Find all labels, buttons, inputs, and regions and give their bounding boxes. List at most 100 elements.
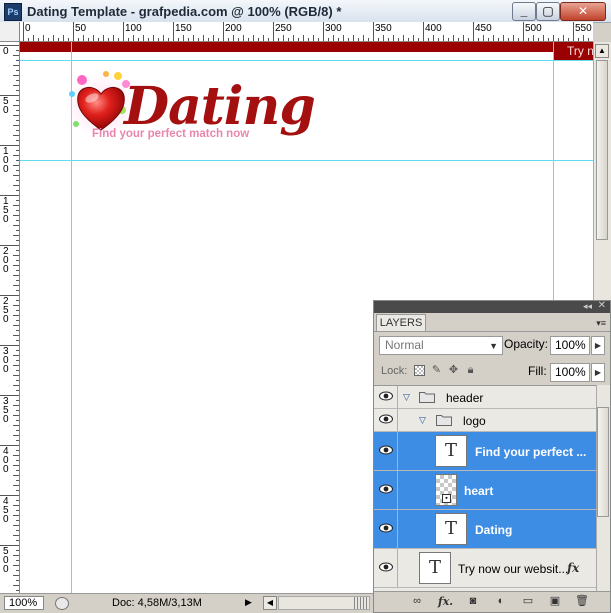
new-group-icon[interactable]: ▭ [521,595,535,608]
ruler-tick [13,135,19,136]
ruler-tick [13,205,19,206]
scroll-left-arrow-icon[interactable]: ◀ [263,596,277,610]
link-icon[interactable]: ∞ [410,595,424,608]
ruler-corner[interactable] [0,22,20,42]
document-title: Dating Template - grafpedia.com @ 100% (… [27,4,342,19]
ruler-tick [13,125,19,126]
guide-horizontal[interactable] [20,160,593,161]
ruler-tick [16,220,19,221]
ruler-tick [13,355,19,356]
visibility-eye-icon[interactable] [376,484,396,494]
ruler-tick [16,190,19,191]
ruler-tick [13,425,19,426]
ruler-tick [16,80,19,81]
ruler-label: 350 [375,23,392,34]
layers-scroll-thumb[interactable] [597,407,609,517]
ruler-label: 3 5 0 [3,396,9,425]
layer-row-logo[interactable]: ▽ logo [374,409,596,432]
adjustment-icon[interactable]: ◐ [494,595,508,608]
minimize-button[interactable]: _ [512,2,536,21]
lock-move-icon[interactable]: ✥ [448,365,459,376]
ruler-tick [558,38,559,41]
ruler-tick [16,380,19,381]
layer-row-header[interactable]: ▽ header [374,386,596,409]
ruler-tick [38,38,39,41]
panel-title-strip[interactable]: ◂◂ ✕ [374,300,610,313]
scroll-up-arrow-icon[interactable]: ▲ [595,44,609,58]
ruler-tick [16,570,19,571]
status-menu-arrow-icon[interactable]: ▶ [245,597,252,608]
collapse-panel-icon[interactable]: ◂◂ [583,301,592,312]
ruler-tick [528,38,529,41]
ruler-tick [13,505,19,506]
zoom-field[interactable]: 100% [4,596,44,610]
ruler-tick [198,38,199,41]
mask-icon[interactable]: ◙ [466,595,480,608]
ruler-tick [553,35,554,41]
panel-menu-icon[interactable]: ▾≡ [596,318,606,329]
lock-all-icon[interactable]: 🔒︎ [465,365,476,376]
folder-icon [419,392,435,403]
ruler-label: 200 [225,23,242,34]
visibility-eye-icon[interactable] [376,391,396,401]
lock-transparency-icon[interactable] [414,365,425,376]
ruler-tick [13,285,19,286]
minimize-icon: _ [520,4,528,18]
ruler-tick [13,265,19,266]
ruler-tick [16,300,19,301]
ruler-tick [16,110,19,111]
ruler-tick [348,38,349,41]
ruler-label: 1 5 0 [3,196,9,225]
new-layer-icon[interactable]: ▣ [548,595,562,608]
ruler-tick [16,480,19,481]
visibility-eye-icon[interactable] [376,562,396,572]
photoshop-app-icon[interactable]: Ps [4,3,22,21]
ruler-tick [473,22,474,41]
tab-layers[interactable]: LAYERS [376,314,426,331]
ruler-label: 5 0 0 [3,546,9,575]
ruler-tick [13,385,19,386]
ruler-tick [273,22,274,41]
layer-row-try-now[interactable]: T Try now our websit... fx [374,549,596,588]
opacity-field[interactable]: 100% [550,336,590,355]
header-top-bar [20,42,593,52]
ruler-tick [13,435,19,436]
blend-mode-select[interactable]: Normal ▼ [379,336,503,355]
ruler-tick [163,35,164,41]
fill-field[interactable]: 100% [550,363,590,382]
ruler-tick [88,38,89,41]
layer-effects-fx-icon[interactable]: fx [567,561,579,575]
status-info-icon[interactable] [55,597,69,610]
fill-slider-arrow-icon[interactable]: ▶ [591,363,605,382]
ruler-tick [13,325,19,326]
opacity-slider-arrow-icon[interactable]: ▶ [591,336,605,355]
vertical-ruler[interactable]: 0 5 0 1 0 0 1 5 0 2 0 0 2 5 0 3 0 0 3 5 0 4 0 0 4… [0,42,20,593]
ruler-tick [16,60,19,61]
horizontal-ruler[interactable]: 0 50 100 150 200 250 300 350 400 450 500 550 [20,22,593,42]
ruler-tick [383,35,384,41]
vertical-scroll-thumb[interactable] [596,60,608,240]
ruler-tick [578,38,579,41]
trash-icon[interactable]: 🗑︎ [575,595,589,608]
visibility-eye-icon[interactable] [376,523,396,533]
ruler-tick [128,38,129,41]
expand-triangle-icon[interactable]: ▽ [403,392,410,403]
close-panel-icon[interactable]: ✕ [598,300,606,311]
layer-row-dating[interactable]: T Dating [374,510,596,549]
ruler-tick [16,210,19,211]
ruler-tick [463,35,464,41]
lock-paint-icon[interactable]: ✎ [431,365,442,376]
expand-triangle-icon[interactable]: ▽ [419,415,426,426]
close-button[interactable]: ✕ [560,2,606,21]
visibility-eye-icon[interactable] [376,445,396,455]
guide-horizontal[interactable] [20,60,593,61]
maximize-button[interactable]: ▢ [536,2,560,21]
ruler-tick [16,50,19,51]
ruler-tick [243,35,244,41]
horizontal-scroll-grip[interactable] [354,597,368,609]
ruler-tick [328,38,329,41]
layer-row-heart[interactable]: ▪ heart [374,471,596,510]
layer-row-find-your-perfect[interactable]: T Find your perfect ... [374,432,596,471]
fx-icon[interactable]: fx. [438,595,453,608]
visibility-eye-icon[interactable] [376,414,396,424]
